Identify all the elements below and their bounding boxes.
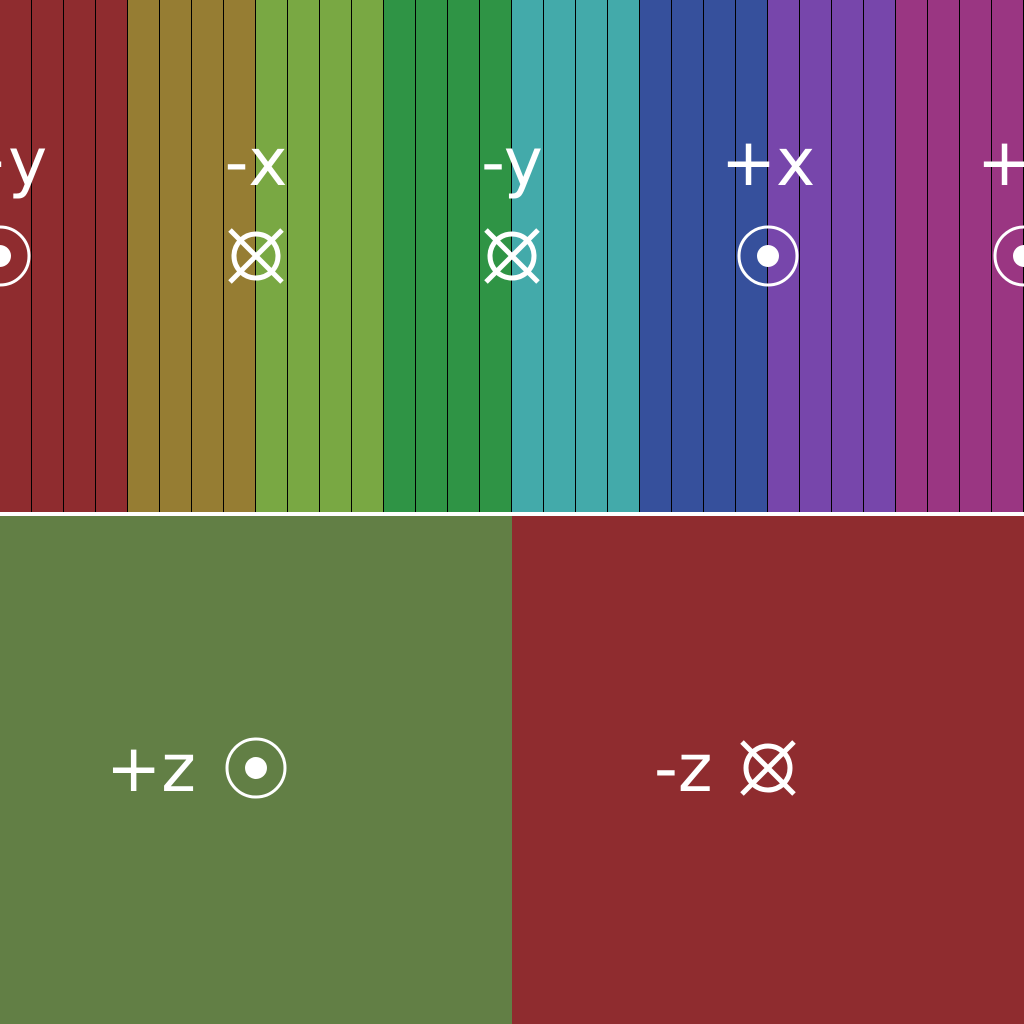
color-stripe: [384, 0, 416, 512]
into-page-icon: [480, 224, 544, 288]
out-of-page-icon: [224, 736, 288, 800]
color-stripe: [96, 0, 128, 512]
color-stripe: [192, 0, 224, 512]
axis-label-plus-y-right: +y: [976, 124, 1024, 201]
color-stripe: [960, 0, 992, 512]
axis-label-minus-x: -x: [224, 124, 288, 201]
axis-label-plus-z: +z: [106, 730, 196, 807]
axis-label-plus-x: +x: [720, 124, 816, 201]
out-of-page-icon: [0, 224, 32, 288]
color-stripe: [576, 0, 608, 512]
color-stripe: [160, 0, 192, 512]
color-stripe: [832, 0, 864, 512]
axis-label-minus-z: -z: [654, 730, 713, 807]
color-stripe: [128, 0, 160, 512]
color-stripe: [32, 0, 64, 512]
out-of-page-icon: [736, 224, 800, 288]
color-stripe: [64, 0, 96, 512]
color-stripe: [352, 0, 384, 512]
plus-z-face: +z: [0, 516, 512, 1024]
color-stripe: [608, 0, 640, 512]
stripe-panel: +y -x -y +x +y: [0, 0, 1024, 512]
into-page-icon: [224, 224, 288, 288]
color-stripe: [288, 0, 320, 512]
minus-z-face: -z: [512, 516, 1024, 1024]
color-stripe: [864, 0, 896, 512]
out-of-page-icon: [992, 224, 1024, 288]
color-stripe: [544, 0, 576, 512]
axis-label-plus-y-left: +y: [0, 124, 48, 201]
color-stripe: [640, 0, 672, 512]
color-stripe: [704, 0, 736, 512]
color-stripe: [672, 0, 704, 512]
color-stripe: [448, 0, 480, 512]
color-stripe: [800, 0, 832, 512]
into-page-icon: [736, 736, 800, 800]
color-stripe: [320, 0, 352, 512]
color-stripe: [416, 0, 448, 512]
color-stripe: [896, 0, 928, 512]
axis-label-minus-y: -y: [481, 124, 543, 201]
color-stripe: [928, 0, 960, 512]
